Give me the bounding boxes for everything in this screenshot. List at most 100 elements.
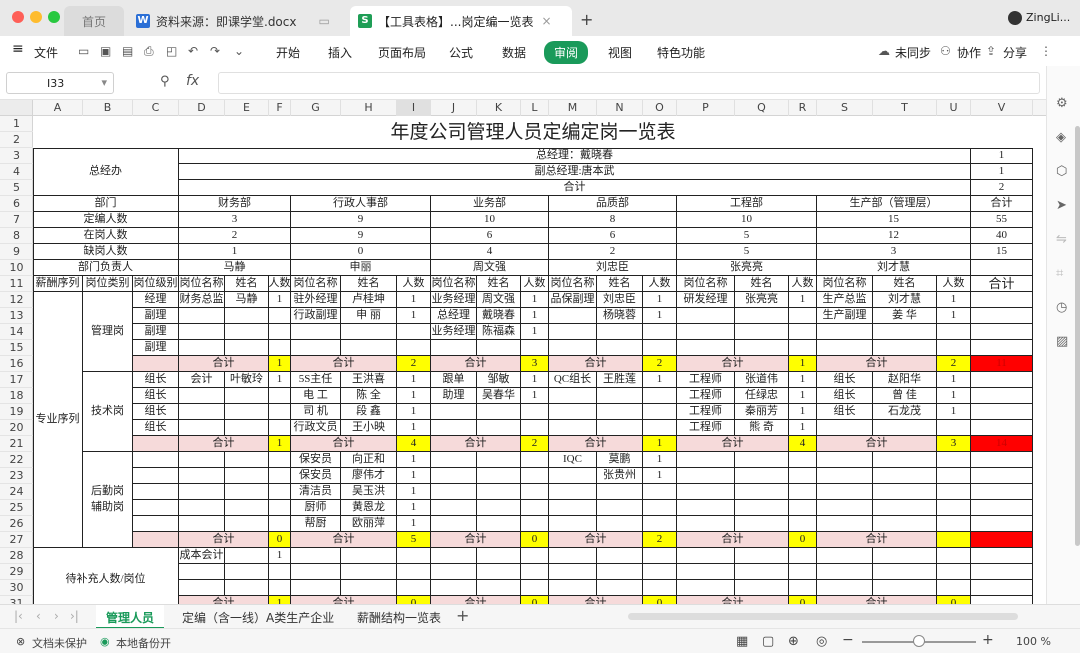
spreadsheet-grid[interactable]: ABCDEFGHIJKLMNOPQRSTUV 年度公司管理人员定编定岗一览表 总经… — [0, 100, 1046, 604]
cell[interactable] — [873, 484, 937, 500]
subtotal-value[interactable]: 4 — [789, 436, 817, 452]
subtotal-label[interactable]: 合计 — [291, 596, 397, 604]
cell[interactable]: 1 — [397, 372, 431, 388]
cell[interactable] — [817, 324, 873, 340]
cell[interactable] — [477, 404, 521, 420]
cell[interactable] — [789, 324, 817, 340]
subtotal-label[interactable]: 合计 — [179, 356, 269, 372]
dept-name[interactable]: 品质部 — [549, 196, 677, 212]
cell[interactable] — [677, 564, 735, 580]
cell[interactable] — [873, 564, 937, 580]
row-header[interactable]: 15 — [0, 340, 33, 356]
prev-sheet-icon[interactable]: ‹ — [36, 609, 41, 623]
cell[interactable] — [971, 324, 1033, 340]
cell[interactable]: 周文强 — [477, 292, 521, 308]
cell[interactable]: 副理 — [133, 324, 179, 340]
hamburger-icon[interactable]: ≡ — [12, 41, 24, 57]
cell[interactable]: 工程师 — [677, 404, 735, 420]
row-header[interactable]: 7 — [0, 212, 33, 228]
cell[interactable] — [179, 404, 225, 420]
cell[interactable] — [677, 500, 735, 516]
cell[interactable]: 组长 — [133, 404, 179, 420]
cell[interactable] — [133, 468, 179, 484]
cell[interactable] — [677, 324, 735, 340]
cell[interactable] — [677, 340, 735, 356]
subtotal-label[interactable]: 合计 — [431, 356, 521, 372]
cell[interactable]: 工程师 — [677, 388, 735, 404]
cell[interactable]: 人数 — [643, 276, 677, 292]
cell[interactable] — [677, 580, 735, 596]
last-sheet-icon[interactable]: ›| — [70, 609, 79, 623]
first-sheet-icon[interactable]: |‹ — [14, 609, 23, 623]
cell[interactable] — [133, 484, 179, 500]
name-box[interactable]: I33 ▾ — [6, 72, 114, 94]
cell[interactable]: 3 — [817, 244, 971, 260]
cell[interactable] — [643, 516, 677, 532]
cell[interactable]: 刘才慧 — [873, 292, 937, 308]
add-sheet-icon[interactable]: + — [456, 606, 469, 625]
backup-status[interactable]: 本地备份开 — [116, 635, 171, 651]
cell[interactable] — [269, 452, 291, 468]
column-header[interactable]: S — [817, 100, 873, 116]
cell[interactable]: 司 机 — [291, 404, 341, 420]
sheet-tab-salary[interactable]: 薪酬结构一览表 — [357, 609, 441, 626]
cell[interactable] — [971, 596, 1033, 604]
cell[interactable] — [549, 500, 597, 516]
subtotal-value[interactable]: 2 — [521, 436, 549, 452]
cell[interactable] — [269, 468, 291, 484]
cell[interactable]: 薪酬序列 — [33, 276, 83, 292]
cell[interactable]: 12 — [817, 228, 971, 244]
column-header[interactable]: A — [33, 100, 83, 116]
cell[interactable] — [521, 516, 549, 532]
subtotal-label[interactable]: 合计 — [179, 596, 269, 604]
sidebar-style-icon[interactable]: ◈ — [1056, 130, 1072, 146]
dept-leader[interactable]: 张亮亮 — [677, 260, 817, 276]
next-sheet-icon[interactable]: › — [54, 609, 59, 623]
cell[interactable]: 张亮亮 — [735, 292, 789, 308]
cell[interactable]: 会计 — [179, 372, 225, 388]
cell[interactable] — [789, 500, 817, 516]
cell[interactable]: 技术岗 — [83, 372, 133, 452]
column-header[interactable]: M — [549, 100, 597, 116]
dept-name[interactable]: 生产部（管理层） — [817, 196, 971, 212]
cell[interactable] — [291, 324, 341, 340]
subtotal-label[interactable]: 合计 — [431, 436, 521, 452]
cell[interactable] — [521, 420, 549, 436]
formula-input[interactable] — [218, 72, 1040, 94]
cell[interactable]: 1 — [937, 308, 971, 324]
open-icon[interactable]: ▭ — [78, 44, 89, 58]
cell[interactable]: 岗位名称 — [179, 276, 225, 292]
subtotal-value[interactable]: 0 — [789, 596, 817, 604]
cell[interactable]: 人数 — [397, 276, 431, 292]
dept-name[interactable]: 业务部 — [431, 196, 549, 212]
sidebar-history-icon[interactable]: ◷ — [1056, 300, 1072, 316]
cell[interactable]: 1 — [269, 372, 291, 388]
cell[interactable]: 1 — [397, 500, 431, 516]
cell[interactable] — [269, 516, 291, 532]
subtotal-value[interactable]: 5 — [397, 532, 431, 548]
subtotal-value[interactable]: 2 — [937, 356, 971, 372]
cell[interactable]: 5 — [677, 244, 817, 260]
cell[interactable]: 廖伟才 — [341, 468, 397, 484]
cell[interactable] — [549, 468, 597, 484]
cell[interactable]: 2 — [549, 244, 677, 260]
cell[interactable]: 助理 — [431, 388, 477, 404]
cell[interactable]: 杨晓蓉 — [597, 308, 643, 324]
cell[interactable] — [677, 452, 735, 468]
cell[interactable]: 1 — [971, 164, 1033, 180]
cell[interactable]: 40 — [971, 228, 1033, 244]
cell[interactable] — [643, 324, 677, 340]
column-header[interactable]: J — [431, 100, 477, 116]
cell[interactable]: 1 — [397, 388, 431, 404]
cell[interactable] — [431, 580, 477, 596]
cell[interactable]: 1 — [521, 324, 549, 340]
cell[interactable]: 行政文员 — [291, 420, 341, 436]
avatar[interactable] — [1008, 11, 1022, 25]
select-all-corner[interactable] — [0, 100, 33, 116]
cell[interactable] — [397, 548, 431, 564]
subtotal-label[interactable]: 合计 — [549, 436, 643, 452]
subtotal-value[interactable]: 2 — [643, 532, 677, 548]
cell[interactable] — [549, 420, 597, 436]
cell[interactable]: 组长 — [817, 388, 873, 404]
cell[interactable] — [225, 388, 269, 404]
